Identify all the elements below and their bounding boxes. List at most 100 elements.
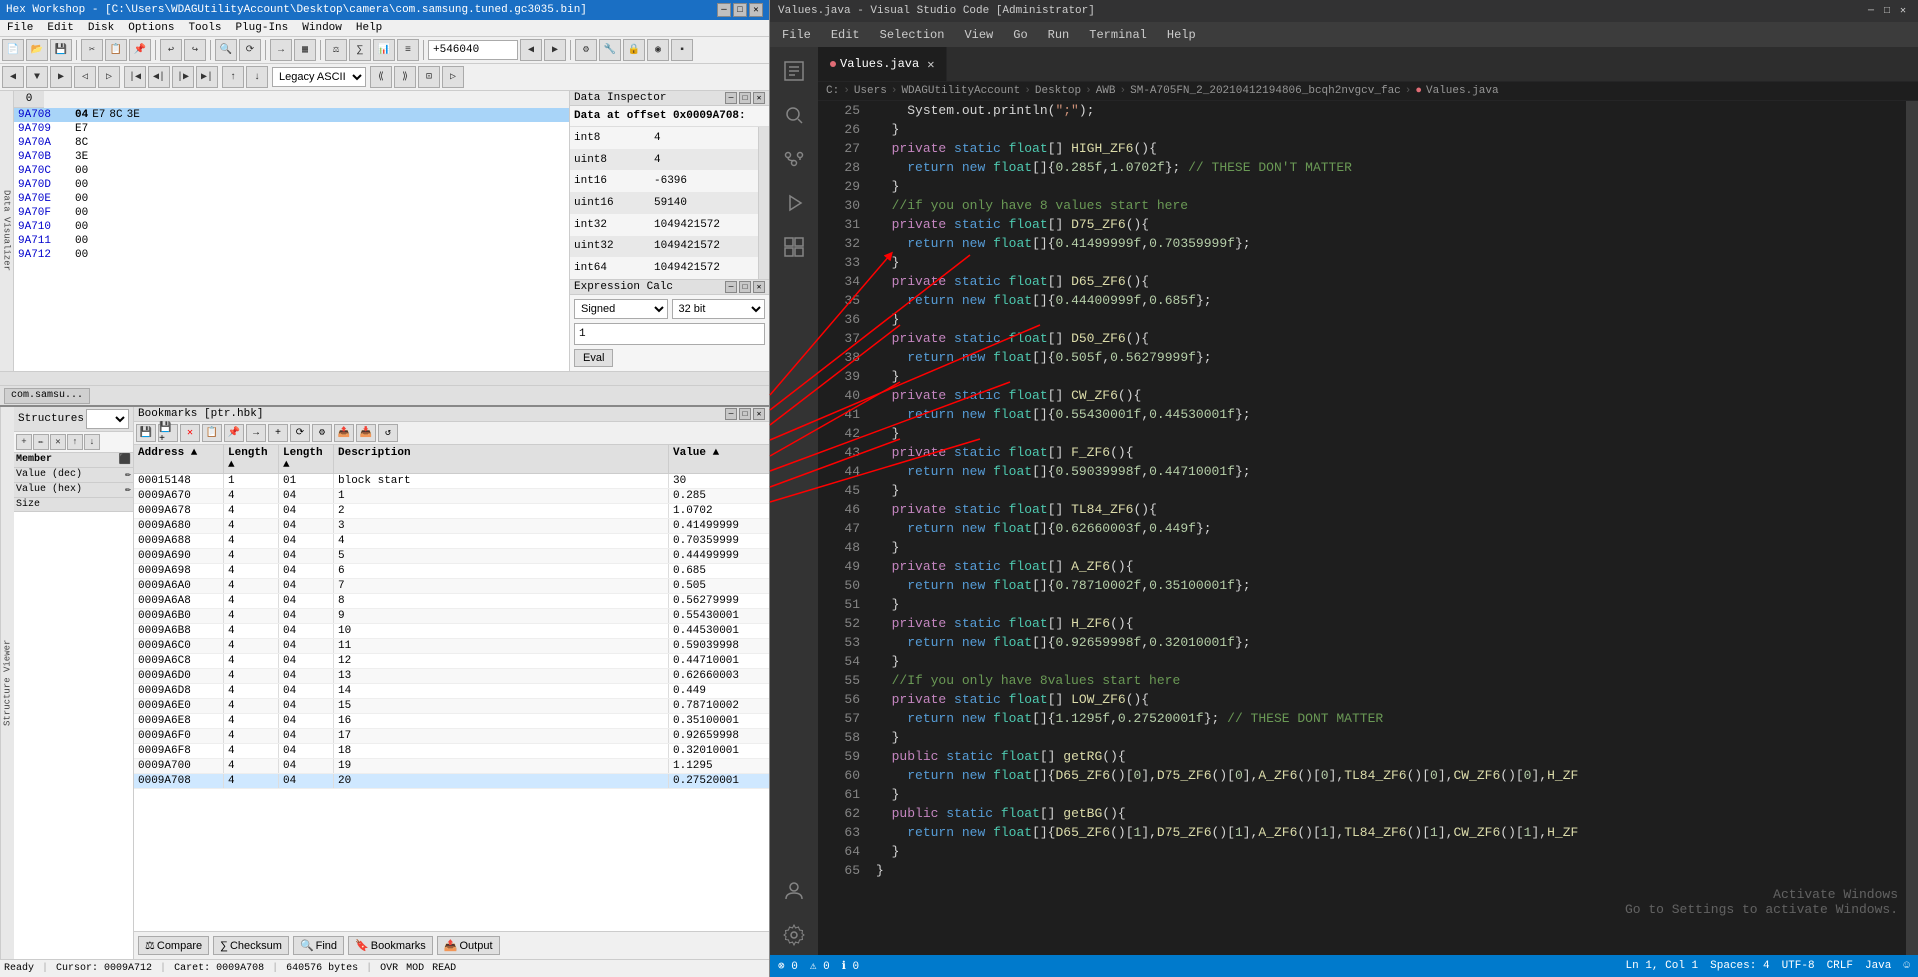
hw-close-btn[interactable]: ✕: [749, 3, 763, 17]
vsc-restore-btn[interactable]: □: [1880, 4, 1894, 18]
t2-btn10[interactable]: ↑: [222, 66, 244, 88]
encoding-select[interactable]: Legacy ASCII: [272, 67, 366, 87]
vsc-menu-go[interactable]: Go: [1009, 26, 1031, 44]
struct-move2-btn[interactable]: ↓: [84, 434, 100, 450]
bk-table-body[interactable]: 00015148 1 01 block start 30 0009A670 4 …: [134, 474, 769, 931]
bk-delete-btn[interactable]: ✕: [180, 424, 200, 442]
vsc-menu-view[interactable]: View: [960, 26, 997, 44]
di-max-btn[interactable]: □: [739, 92, 751, 104]
new-btn[interactable]: 📄: [2, 39, 24, 61]
redo-btn[interactable]: ↪: [184, 39, 206, 61]
act-account[interactable]: [774, 871, 814, 911]
bk-saveas-btn[interactable]: 💾+: [158, 424, 178, 442]
struct-del-btn[interactable]: ✕: [50, 434, 66, 450]
vsc-menu-file[interactable]: File: [778, 26, 815, 44]
menu-options[interactable]: Options: [125, 21, 177, 35]
compare-bottom-btn[interactable]: ⚖ Compare: [138, 936, 209, 955]
menu-help[interactable]: Help: [353, 21, 385, 35]
vsc-menu-help[interactable]: Help: [1163, 26, 1200, 44]
hw-doc-tab[interactable]: com.samsu...: [4, 388, 90, 404]
paste-btn[interactable]: 📌: [129, 39, 151, 61]
compare-btn[interactable]: ⚖: [325, 39, 347, 61]
vsc-tab-values[interactable]: Values.java ✕: [818, 47, 947, 81]
t2-btn4[interactable]: ◁: [74, 66, 96, 88]
hw-hscroll[interactable]: [0, 371, 769, 385]
menu-file[interactable]: File: [4, 21, 36, 35]
ec-min-btn[interactable]: ─: [725, 281, 737, 293]
t2-btn3[interactable]: ▶: [50, 66, 72, 88]
vsc-menu-selection[interactable]: Selection: [876, 26, 949, 44]
ec-bits-select[interactable]: 32 bit: [672, 299, 766, 319]
t2-btn13[interactable]: ⟫: [394, 66, 416, 88]
bk-max-btn[interactable]: □: [739, 408, 751, 420]
next-btn[interactable]: ▶: [544, 39, 566, 61]
options5-btn[interactable]: ▪: [671, 39, 693, 61]
vsc-min-btn[interactable]: ─: [1864, 4, 1878, 18]
vsc-vscrollbar[interactable]: [1906, 101, 1918, 955]
menu-edit[interactable]: Edit: [44, 21, 76, 35]
t2-btn8[interactable]: |▶: [172, 66, 194, 88]
prev-btn[interactable]: ◀: [520, 39, 542, 61]
struct-content[interactable]: [14, 512, 133, 959]
ec-eval-btn[interactable]: Eval: [574, 349, 613, 367]
options3-btn[interactable]: 🔒: [623, 39, 645, 61]
offset-input[interactable]: +546040: [428, 40, 518, 60]
find-btn[interactable]: 🔍: [215, 39, 237, 61]
select-btn[interactable]: ▦: [294, 39, 316, 61]
t2-btn6[interactable]: |◀: [124, 66, 146, 88]
find-bottom-btn[interactable]: 🔍 Find: [293, 936, 344, 955]
t2-btn12[interactable]: ⟪: [370, 66, 392, 88]
bk-refresh-btn[interactable]: ⟳: [290, 424, 310, 442]
bk-paste-btn[interactable]: 📌: [224, 424, 244, 442]
save-btn[interactable]: 💾: [50, 39, 72, 61]
bk-copy-btn[interactable]: 📋: [202, 424, 222, 442]
chart-btn[interactable]: 📊: [373, 39, 395, 61]
di-scrollbar[interactable]: [758, 127, 769, 279]
bk-min-btn[interactable]: ─: [725, 408, 737, 420]
menu-tools[interactable]: Tools: [185, 21, 224, 35]
act-debug[interactable]: [774, 183, 814, 223]
options1-btn[interactable]: ⚙: [575, 39, 597, 61]
menu-plugins[interactable]: Plug-Ins: [232, 21, 291, 35]
menu-disk[interactable]: Disk: [85, 21, 117, 35]
t2-btn2[interactable]: ▼: [26, 66, 48, 88]
ec-max-btn[interactable]: □: [739, 281, 751, 293]
struct-move-btn[interactable]: ↑: [67, 434, 83, 450]
t2-btn14[interactable]: ⊡: [418, 66, 440, 88]
t2-btn9[interactable]: ▶|: [196, 66, 218, 88]
options2-btn[interactable]: 🔧: [599, 39, 621, 61]
vsc-menu-terminal[interactable]: Terminal: [1085, 26, 1151, 44]
di-min-btn[interactable]: ─: [725, 92, 737, 104]
copy-btn[interactable]: 📋: [105, 39, 127, 61]
t2-btn5[interactable]: ▷: [98, 66, 120, 88]
hex-display-area[interactable]: 9A708 04 E7 8C 3E 9A709 E7 9A70A 8C: [14, 108, 569, 371]
act-search[interactable]: [774, 95, 814, 135]
hw-minimize-btn[interactable]: ─: [717, 3, 731, 17]
bk-export-btn[interactable]: 📤: [334, 424, 354, 442]
t2-btn1[interactable]: ◀: [2, 66, 24, 88]
structures-select[interactable]: [86, 409, 129, 429]
bk-goto-btn[interactable]: →: [246, 424, 266, 442]
struct-add-btn[interactable]: +: [16, 434, 32, 450]
bk-add-btn[interactable]: +: [268, 424, 288, 442]
tab-close-btn[interactable]: ✕: [927, 57, 934, 72]
bk-reload-btn[interactable]: ↺: [378, 424, 398, 442]
code-content[interactable]: System.out.println(";"); } private stati…: [868, 101, 1906, 955]
checksum-bottom-btn[interactable]: ∑ Checksum: [213, 936, 289, 955]
checksum-btn[interactable]: ∑: [349, 39, 371, 61]
act-settings[interactable]: [774, 915, 814, 955]
t2-btn7[interactable]: ◀|: [148, 66, 170, 88]
bk-save-btn[interactable]: 💾: [136, 424, 156, 442]
bk-import-btn[interactable]: 📥: [356, 424, 376, 442]
t2-btn15[interactable]: ▷: [442, 66, 464, 88]
options4-btn[interactable]: ◉: [647, 39, 669, 61]
undo-btn[interactable]: ↩: [160, 39, 182, 61]
act-source-control[interactable]: [774, 139, 814, 179]
act-extensions[interactable]: [774, 227, 814, 267]
vsc-menu-run[interactable]: Run: [1044, 26, 1074, 44]
cut-btn[interactable]: ✂: [81, 39, 103, 61]
act-explorer[interactable]: [774, 51, 814, 91]
ec-type-select[interactable]: Signed: [574, 299, 668, 319]
bk-close-btn[interactable]: ✕: [753, 408, 765, 420]
di-close-btn[interactable]: ✕: [753, 92, 765, 104]
